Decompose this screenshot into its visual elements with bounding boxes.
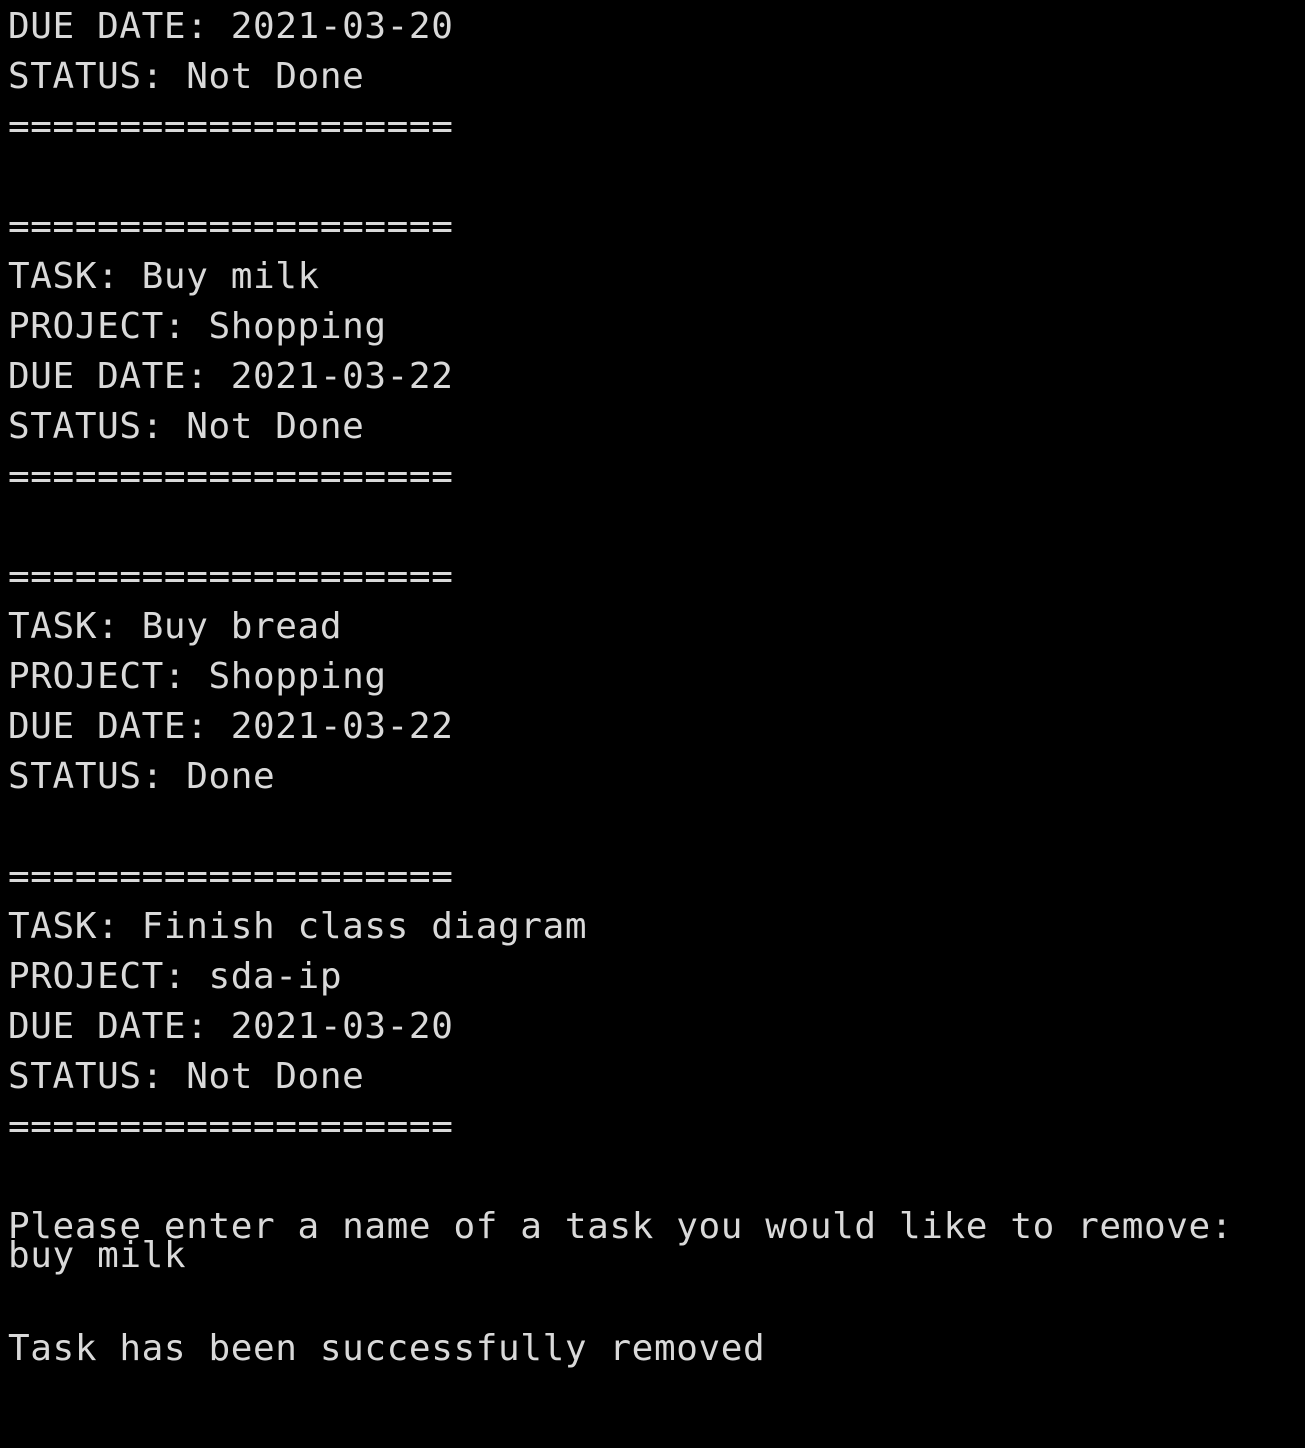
task-project: PROJECT: Shopping	[8, 306, 387, 347]
remove-task-prompt: Please enter a name of a task you would …	[8, 1206, 1234, 1247]
separator: ====================	[8, 1106, 454, 1147]
task-status: STATUS: Done	[8, 756, 276, 797]
partial-task-due-date: DUE DATE: 2021-03-20	[8, 6, 454, 47]
partial-task-status: STATUS: Not Done	[8, 56, 365, 97]
task-status: STATUS: Not Done	[8, 406, 365, 447]
terminal-output[interactable]: DUE DATE: 2021-03-20 STATUS: Not Done ==…	[0, 0, 1305, 1448]
task-name: TASK: Buy milk	[8, 256, 320, 297]
separator: ====================	[8, 106, 454, 147]
task-due-date: DUE DATE: 2021-03-22	[8, 356, 454, 397]
task-project: PROJECT: Shopping	[8, 656, 387, 697]
task-name: TASK: Buy bread	[8, 606, 343, 647]
separator: ====================	[8, 556, 454, 597]
task-due-date: DUE DATE: 2021-03-22	[8, 706, 454, 747]
separator: ====================	[8, 206, 454, 247]
task-due-date: DUE DATE: 2021-03-20	[8, 1006, 454, 1047]
separator: ====================	[8, 456, 454, 497]
task-name: TASK: Finish class diagram	[8, 906, 588, 947]
task-project: PROJECT: sda-ip	[8, 956, 343, 997]
result-message: Task has been successfully removed	[8, 1328, 766, 1369]
separator: ====================	[8, 856, 454, 897]
task-status: STATUS: Not Done	[8, 1056, 365, 1097]
